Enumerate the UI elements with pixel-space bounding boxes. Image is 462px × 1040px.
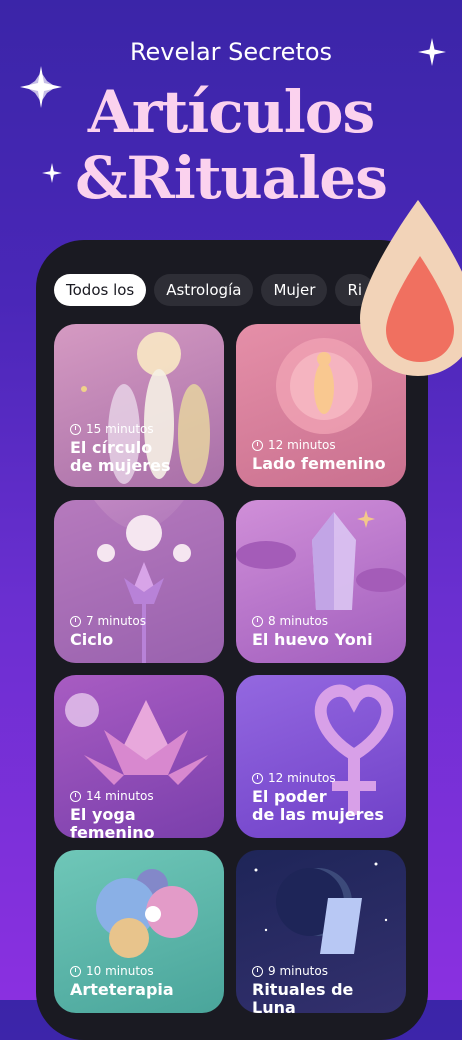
card-minutes: 14 minutos — [86, 789, 154, 803]
article-card-circulo[interactable]: 15 minutos El círculo de mujeres — [54, 324, 224, 487]
clock-icon — [70, 423, 81, 435]
card-title: Lado femenino — [252, 454, 386, 473]
card-minutes: 9 minutos — [268, 964, 328, 978]
card-minutes: 7 minutos — [86, 614, 146, 628]
clock-icon — [70, 965, 81, 977]
card-title: El huevo Yoni — [252, 630, 373, 649]
drop-icon — [360, 200, 462, 376]
card-title: Rituales de Luna — [252, 980, 354, 1014]
card-minutes: 10 minutos — [86, 964, 154, 978]
tab-mujer[interactable]: Mujer — [261, 274, 328, 306]
subtitle: Revelar Secretos — [129, 38, 333, 66]
tab-astrologia[interactable]: Astrología — [154, 274, 254, 306]
card-title: El yoga femenino — [70, 805, 155, 839]
article-card-yoga[interactable]: 14 minutos El yoga femenino — [54, 675, 224, 838]
clock-icon — [70, 615, 81, 627]
card-minutes: 12 minutos — [268, 771, 336, 785]
card-minutes: 12 minutos — [268, 438, 336, 452]
article-card-huevo-yoni[interactable]: 8 minutos El huevo Yoni — [236, 500, 406, 663]
clock-icon — [252, 439, 263, 451]
tab-todos[interactable]: Todos los — [54, 274, 147, 306]
sparkle-icon — [20, 66, 62, 108]
card-title: El poder de las mujeres — [252, 787, 384, 824]
article-card-arteterapia[interactable]: 10 minutos Arteterapia — [54, 850, 224, 1013]
clock-icon — [252, 772, 263, 784]
article-card-ciclo[interactable]: 7 minutos Ciclo — [54, 500, 224, 663]
sparkle-icon — [418, 38, 446, 66]
page-title-line1: Artículos — [87, 78, 375, 146]
card-minutes: 8 minutos — [268, 614, 328, 628]
category-tabs: Todos los Astrología Mujer Ri — [54, 274, 375, 306]
card-minutes: 15 minutos — [86, 422, 154, 436]
article-card-luna[interactable]: 9 minutos Rituales de Luna — [236, 850, 406, 1013]
clock-icon — [70, 790, 81, 802]
clock-icon — [252, 615, 263, 627]
sparkle-icon — [42, 163, 62, 183]
article-card-poder[interactable]: 12 minutos El poder de las mujeres — [236, 675, 406, 838]
card-title: Arteterapia — [70, 980, 174, 999]
card-title: Ciclo — [70, 630, 114, 649]
card-title: El círculo de mujeres — [70, 438, 171, 475]
clock-icon — [252, 965, 263, 977]
